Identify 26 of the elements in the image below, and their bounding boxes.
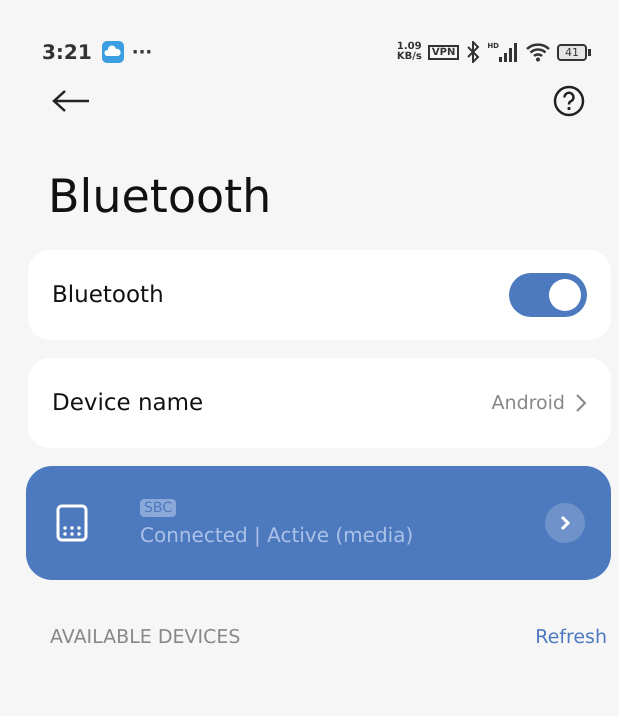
help-icon[interactable] <box>553 85 585 117</box>
chevron-right-icon <box>560 515 570 531</box>
setting-value: Android <box>492 392 565 414</box>
details-button[interactable] <box>545 503 585 543</box>
setting-row[interactable]: Device name Android <box>28 358 611 448</box>
network-speed: 1.09 KB/s <box>396 42 422 62</box>
wifi-icon <box>525 42 551 62</box>
battery-indicator: 41 <box>557 44 591 60</box>
chevron-right-icon <box>575 393 587 413</box>
page-title: Bluetooth <box>48 168 272 225</box>
setting-row[interactable]: Bluetooth <box>28 250 611 340</box>
setting-label: Bluetooth <box>52 282 165 308</box>
cloud-app-icon <box>102 41 124 63</box>
back-arrow-icon[interactable] <box>52 89 90 113</box>
more-notifications: ··· <box>132 42 152 62</box>
clock-time: 3:21 <box>42 40 92 64</box>
setting-label: Device name <box>52 390 204 416</box>
vpn-badge: VPN <box>428 44 460 60</box>
section-heading: AVAILABLE DEVICES <box>50 626 240 648</box>
phone-icon <box>56 504 88 542</box>
toggle-switch[interactable] <box>509 273 587 317</box>
refresh-link[interactable]: Refresh <box>535 626 607 648</box>
bluetooth-icon <box>465 41 482 63</box>
signal-icon <box>499 42 519 62</box>
codec-badge: SBC <box>140 499 176 517</box>
connection-status: Connected | Active (media) <box>140 523 414 547</box>
